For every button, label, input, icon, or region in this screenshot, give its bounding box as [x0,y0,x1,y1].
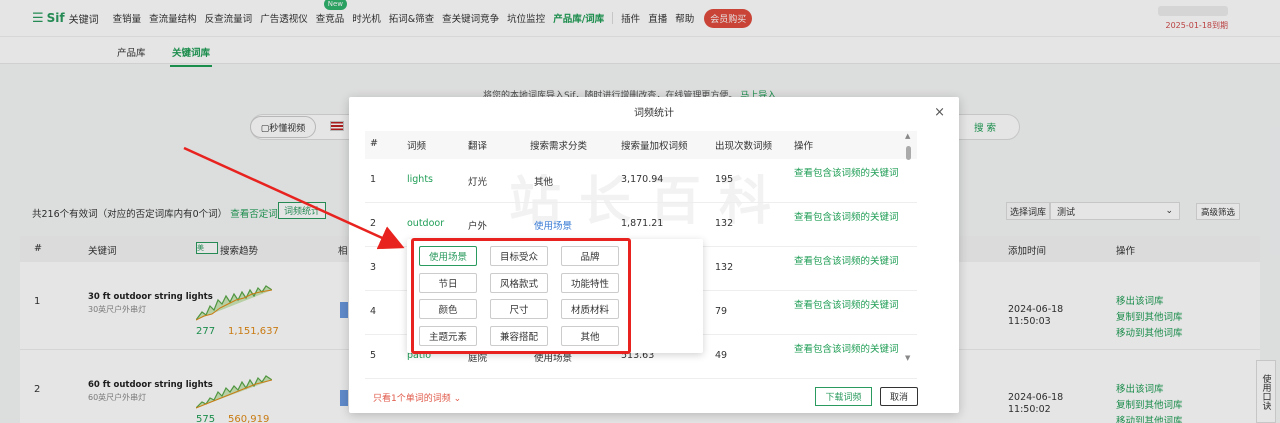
view-keywords-link[interactable]: 查看包含该词频的关键词 [794,168,902,180]
single-word-filter-label: 只看1个单词的词频 [373,394,451,404]
category-option-size[interactable]: 尺寸 [490,299,548,319]
row-occurrences: 132 [715,218,734,229]
row-translation: 户外 [468,221,488,232]
category-option-style[interactable]: 风格款式 [490,273,548,293]
freq-table-header: # 词频 翻译 搜索需求分类 搜索量加权词频 出现次数词频 操作 [365,131,917,159]
row-index: 1 [370,174,377,185]
row-occurrences: 132 [715,262,734,273]
col-translation: 翻译 [468,141,488,152]
col-occurrences: 出现次数词频 [715,141,773,152]
row-index: 5 [370,350,377,361]
category-option-material[interactable]: 材质材料 [561,299,619,319]
row-word[interactable]: lights [407,174,433,185]
category-option-feature[interactable]: 功能特性 [561,273,619,293]
scrollbar-thumb[interactable] [906,146,911,160]
single-word-filter[interactable]: 只看1个单词的词频 ⌄ [373,391,461,404]
category-option-theme[interactable]: 主题元素 [419,326,477,346]
close-icon[interactable]: × [934,105,945,120]
row-translation: 灯光 [468,177,488,188]
view-keywords-link[interactable]: 查看包含该词频的关键词 [794,256,902,268]
row-index: 4 [370,306,377,317]
row-index: 2 [370,218,377,229]
col-word: 词频 [407,141,427,152]
row-occurrences: 195 [715,174,734,185]
category-option-other[interactable]: 其他 [561,326,619,346]
scroll-up-icon[interactable]: ▲ [905,132,910,140]
cancel-button[interactable]: 取消 [880,387,918,406]
view-keywords-link[interactable]: 查看包含该词频的关键词 [794,212,902,224]
col-index: # [370,138,378,149]
category-option-target-audience[interactable]: 目标受众 [490,246,548,266]
row-occurrences: 79 [715,306,728,317]
scroll-down-icon[interactable]: ▼ [905,354,910,362]
category-option-usage-scene[interactable]: 使用场景 [419,246,477,266]
row-weighted-volume: 1,871.21 [621,218,664,229]
modal-title: 词频统计 [634,108,674,119]
row-category[interactable]: 其他 [534,174,553,188]
row-occurrences: 49 [715,350,728,361]
category-option-compatibility[interactable]: 兼容搭配 [490,326,548,346]
col-ops: 操作 [794,141,814,152]
col-category: 搜索需求分类 [530,141,588,152]
chevron-down-icon: ⌄ [453,394,462,404]
view-keywords-link[interactable]: 查看包含该词频的关键词 [794,344,902,356]
row-category-link[interactable]: 使用场景 [534,218,572,232]
row-index: 3 [370,262,377,273]
category-option-brand[interactable]: 品牌 [561,246,619,266]
table-row: 1 lights 灯光 其他 3,170.94 195 查看包含该词频的关键词 [365,159,917,203]
row-word[interactable]: outdoor [407,218,444,229]
view-keywords-link[interactable]: 查看包含该词频的关键词 [794,300,902,312]
category-option-holiday[interactable]: 节日 [419,273,477,293]
row-weighted-volume: 3,170.94 [621,174,664,185]
download-frequency-button[interactable]: 下载词频 [815,387,872,406]
category-option-color[interactable]: 颜色 [419,299,477,319]
col-weighted-volume: 搜索量加权词频 [621,141,688,152]
